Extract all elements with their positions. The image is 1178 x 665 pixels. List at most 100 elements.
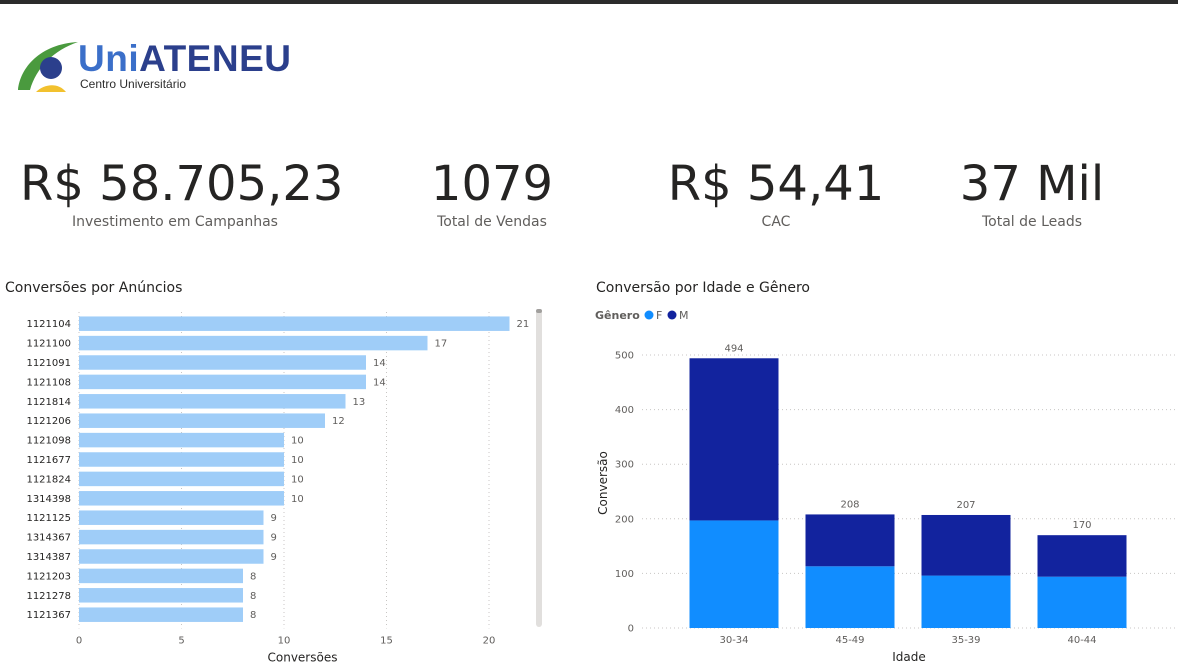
bar [79, 568, 243, 584]
x-tick-label: 10 [278, 635, 291, 646]
data-label: 10 [291, 494, 304, 505]
bar [79, 432, 284, 448]
bar-segment-m [921, 514, 1011, 576]
bar [79, 491, 284, 506]
x-tick-label: 20 [483, 635, 496, 646]
data-label: 17 [435, 339, 448, 350]
legend-marker-f [644, 310, 654, 320]
data-label: 13 [353, 397, 366, 408]
bar [79, 335, 428, 351]
kpi-label: Total de Vendas [437, 214, 547, 230]
bar [79, 316, 510, 331]
y-tick-label: 1121278 [26, 591, 71, 602]
scrollbar-track [536, 309, 542, 627]
bar-segment-f [805, 566, 895, 628]
top-bar [0, 0, 1178, 4]
chart-title-idade-genero: Conversão por Idade e Gênero [596, 280, 810, 296]
logo: UniATENEU Centro Universitário [14, 38, 294, 96]
bar [79, 607, 243, 622]
y-tick-label: 0 [628, 624, 634, 635]
y-tick-label: 1121367 [26, 610, 71, 621]
y-tick-label: 400 [615, 405, 634, 416]
kpi-vendas: 1079 Total de Vendas [392, 152, 592, 230]
chart-title-anuncios: Conversões por Anúncios [5, 280, 183, 296]
data-label: 9 [271, 513, 277, 524]
legend-label: M [679, 309, 689, 322]
x-tick-label: 5 [178, 635, 184, 646]
y-tick-label: 100 [615, 569, 634, 580]
data-label: 14 [373, 377, 386, 388]
y-tick-label: 1121206 [26, 416, 71, 427]
y-axis-label: Conversão [596, 451, 610, 515]
logo-mark-icon [18, 42, 78, 92]
y-tick-label: 1121824 [26, 474, 71, 485]
data-label: 12 [332, 416, 345, 427]
y-tick-label: 1121814 [26, 397, 71, 408]
conversao-por-idade-genero-chart: Gênero F M 0 100 200 300 400 500 494 30-34 208 45-49… [595, 309, 1176, 664]
total-label: 207 [956, 500, 975, 511]
y-tick-label: 500 [615, 351, 634, 362]
bar-segment-m [805, 514, 895, 567]
y-tick-label: 1121091 [26, 358, 71, 369]
data-label: 9 [271, 533, 277, 544]
total-label: 170 [1072, 520, 1091, 531]
x-tick-label: 0 [76, 635, 82, 646]
x-axis-label: Idade [892, 650, 926, 664]
kpi-label: Investimento em Campanhas [72, 214, 278, 230]
data-label: 10 [291, 474, 304, 485]
x-tick-label: 30-34 [719, 635, 748, 646]
kpi-leads: 37 Mil Total de Leads [922, 152, 1142, 230]
kpi-investimento: R$ 58.705,23 Investimento em Campanhas [20, 152, 343, 230]
kpi-value: 1079 [430, 156, 554, 212]
total-label: 208 [840, 499, 859, 510]
kpi-label: CAC [761, 214, 791, 230]
y-tick-label: 1314367 [26, 533, 71, 544]
legend-marker-m [667, 310, 677, 320]
bar [79, 355, 366, 370]
data-label: 14 [373, 358, 386, 369]
data-label: 8 [250, 571, 256, 582]
data-label: 8 [250, 610, 256, 621]
kpi-label: Total de Leads [981, 214, 1083, 230]
bar [79, 510, 264, 525]
y-tick-label: 1121100 [26, 339, 71, 350]
kpi-value: R$ 54,41 [667, 156, 885, 212]
bar-segment-f [689, 520, 779, 628]
y-tick-label: 1121098 [26, 436, 71, 447]
y-tick-label: 1121108 [26, 377, 71, 388]
data-label: 9 [271, 552, 277, 563]
bar [79, 413, 325, 428]
data-label: 8 [250, 591, 256, 602]
scrollbar-thumb [536, 309, 542, 313]
conversoes-por-anuncios-chart: 0 5 10 15 20 1121104 21 1121100 17 1121091 14 11211… [26, 309, 542, 664]
data-label: 21 [517, 319, 530, 330]
y-tick-label: 200 [615, 514, 634, 525]
y-tick-label: 1121203 [26, 571, 71, 582]
bar [79, 549, 264, 564]
logo-name: UniATENEU [78, 38, 292, 79]
y-tick-label: 1121677 [26, 455, 71, 466]
x-tick-label: 15 [380, 635, 393, 646]
y-tick-label: 1314398 [26, 494, 71, 505]
bar-segment-f [921, 575, 1011, 628]
bar-segment-m [689, 358, 779, 521]
bar [79, 374, 366, 390]
bar [79, 529, 264, 545]
kpi-cac: R$ 54,41 CAC [666, 152, 886, 230]
logo-subtitle: Centro Universitário [80, 77, 187, 91]
bar [79, 588, 243, 603]
y-tick-label: 1121125 [26, 513, 71, 524]
data-label: 10 [291, 436, 304, 447]
bar [79, 471, 284, 487]
legend-label: F [656, 309, 662, 322]
data-label: 10 [291, 455, 304, 466]
legend-title: Gênero [595, 309, 640, 322]
bar [79, 394, 346, 409]
y-tick-label: 1121104 [26, 319, 71, 330]
x-tick-label: 45-49 [835, 635, 864, 646]
x-axis-label: Conversões [268, 650, 338, 664]
y-tick-label: 300 [615, 460, 634, 471]
total-label: 494 [724, 343, 743, 354]
bar [79, 452, 284, 467]
bar-segment-m [1037, 535, 1127, 577]
